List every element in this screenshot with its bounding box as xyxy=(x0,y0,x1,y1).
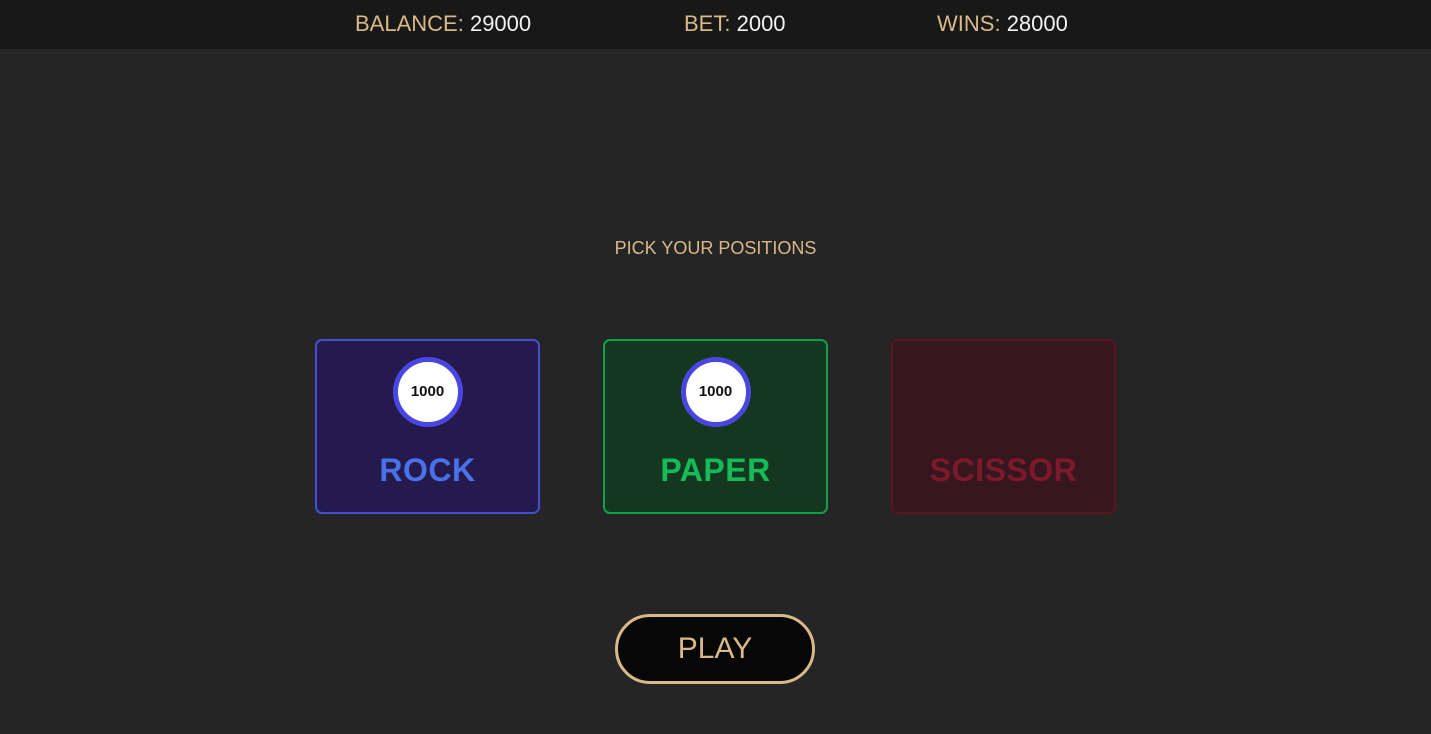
scissor-label: SCISSOR xyxy=(929,452,1078,488)
wins-value: 28000 xyxy=(1006,11,1068,36)
bet-value: 2000 xyxy=(736,11,786,36)
wins-label: WINS: xyxy=(937,11,1001,36)
wins-stat: WINS: 28000 xyxy=(937,10,1068,38)
balance-label: BALANCE: xyxy=(355,11,464,36)
balance-stat: BALANCE: 29000 xyxy=(355,10,531,38)
paper-label: PAPER xyxy=(660,452,771,488)
bet-label: BET: xyxy=(684,11,731,36)
bet-stat: BET: 2000 xyxy=(684,10,786,38)
paper-bet-chip: 1000 xyxy=(680,357,751,427)
play-button[interactable]: PLAY xyxy=(615,614,815,684)
rock-position-card[interactable]: 1000 ROCK xyxy=(315,339,540,514)
rock-bet-chip: 1000 xyxy=(392,357,463,427)
balance-value: 29000 xyxy=(469,11,532,36)
pick-positions-prompt: PICK YOUR POSITIONS xyxy=(614,238,817,258)
scissor-position-card[interactable]: SCISSOR xyxy=(891,339,1116,514)
rock-label: ROCK xyxy=(379,452,476,488)
paper-position-card[interactable]: 1000 PAPER xyxy=(603,339,828,514)
top-stats-bar: BALANCE: 29000 BET: 2000 WINS: 28000 xyxy=(0,0,1431,49)
